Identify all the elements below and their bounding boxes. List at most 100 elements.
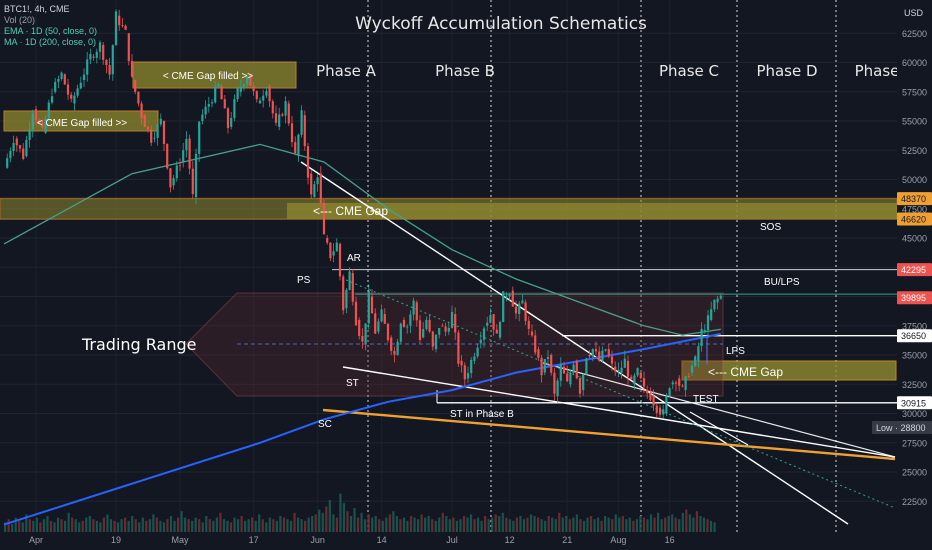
volume-bar: [145, 520, 148, 532]
candle-body: [130, 61, 134, 77]
candle-body: [50, 96, 54, 103]
x-tick-label: Jul: [446, 535, 458, 545]
candle-body: [271, 101, 274, 114]
legend-ema[interactable]: EMA · 1D (50, close, 0): [4, 26, 97, 37]
candle-body: [223, 99, 226, 109]
candle-body: [191, 168, 194, 195]
volume-bar: [487, 519, 490, 532]
candle-body: [121, 25, 124, 26]
candle-body: [239, 86, 242, 92]
candle-body: [207, 104, 210, 107]
volume-bar: [88, 516, 91, 532]
candle-body: [486, 322, 489, 326]
volume-bar: [364, 519, 367, 532]
x-tick-label: May: [171, 535, 189, 545]
volume-bar: [618, 517, 621, 532]
volume-bar: [7, 519, 10, 532]
candle-body: [607, 349, 610, 357]
candle-body: [367, 291, 370, 324]
candle-body: [422, 329, 425, 338]
candle-body: [162, 121, 166, 144]
candle-body: [252, 85, 255, 92]
volume-bar: [402, 517, 406, 532]
candle-body: [630, 376, 633, 380]
x-tick-label: 17: [249, 535, 259, 545]
phase-label: Phase B: [435, 62, 495, 80]
volume-bar: [565, 516, 568, 532]
volume-bar: [434, 520, 437, 532]
candle-body: [194, 153, 198, 198]
candle-body: [73, 95, 76, 104]
candle-body: [166, 143, 169, 169]
candle-body: [297, 134, 300, 157]
volume-bar: [53, 522, 56, 532]
y-tick-label: 50000: [902, 175, 927, 185]
price-tag-text: 39895: [901, 293, 926, 303]
volume-bar: [18, 520, 21, 532]
candle-body: [441, 325, 444, 327]
candle-body: [230, 117, 233, 127]
candle-body: [351, 273, 354, 302]
candle-body: [402, 319, 406, 327]
chart-canvas[interactable]: Wyckoff Accumulation Schematics Phase A Ph…: [0, 0, 932, 550]
candle-body: [655, 405, 658, 413]
candle-body: [153, 137, 156, 139]
volume-bar: [678, 519, 681, 532]
candle-body: [508, 294, 511, 297]
volume-bar: [568, 519, 571, 532]
candle-body: [348, 271, 351, 290]
legend-symbol[interactable]: BTC1!, 4h, CME: [4, 4, 97, 15]
candle-body: [614, 366, 617, 372]
candle-body: [530, 331, 534, 336]
x-tick-label: 16: [665, 535, 675, 545]
volume-bar: [611, 519, 614, 532]
volume-bar: [95, 520, 98, 532]
currency-label: USD: [904, 8, 924, 18]
volume-bar: [169, 516, 173, 532]
candle-body: [642, 378, 646, 387]
volume-bar: [155, 517, 158, 532]
y-tick-label: 60000: [902, 58, 927, 68]
volume-bar: [656, 512, 660, 532]
candle-body: [694, 356, 697, 366]
candle-body: [566, 373, 569, 382]
phase-label: Phase: [855, 62, 900, 80]
candle-body: [313, 184, 316, 198]
candle-body: [527, 320, 530, 329]
volume-bar: [81, 520, 84, 532]
candle-body: [444, 326, 447, 332]
candle-body: [54, 81, 57, 92]
candle-body: [143, 115, 146, 127]
y-tick-label: 57500: [902, 87, 927, 97]
volume-bar: [374, 516, 377, 532]
volume-bar: [547, 516, 550, 532]
candle-body: [585, 358, 588, 375]
volume-bar: [201, 522, 204, 532]
legend-volume[interactable]: Vol (20): [4, 15, 97, 26]
volume-bar: [134, 519, 137, 532]
y-tick-label: 25000: [902, 468, 927, 478]
candle-body: [82, 74, 86, 81]
legend-ma[interactable]: MA · 1D (200, close, 0): [4, 37, 97, 48]
volume-bar: [32, 520, 35, 532]
candle-body: [278, 114, 281, 127]
candle-body: [15, 138, 18, 146]
y-tick-label: 35000: [902, 351, 927, 361]
volume-bar: [632, 520, 635, 532]
volume-bar: [551, 517, 554, 532]
candle-body: [598, 351, 601, 361]
candle-body: [265, 90, 268, 96]
candle-body: [684, 376, 687, 391]
volume-bar: [275, 520, 278, 532]
candle-body: [140, 103, 143, 118]
volume-bar: [180, 511, 183, 532]
phase-label: Phase C: [659, 62, 719, 80]
volume-bar: [699, 516, 702, 532]
candle-body: [562, 366, 566, 374]
volume-bar: [286, 519, 289, 532]
candle-body: [492, 314, 495, 330]
volume-bar: [349, 516, 353, 532]
volume-bar: [473, 519, 476, 532]
candle-body: [127, 33, 130, 62]
y-tick-label: 32500: [902, 380, 927, 390]
